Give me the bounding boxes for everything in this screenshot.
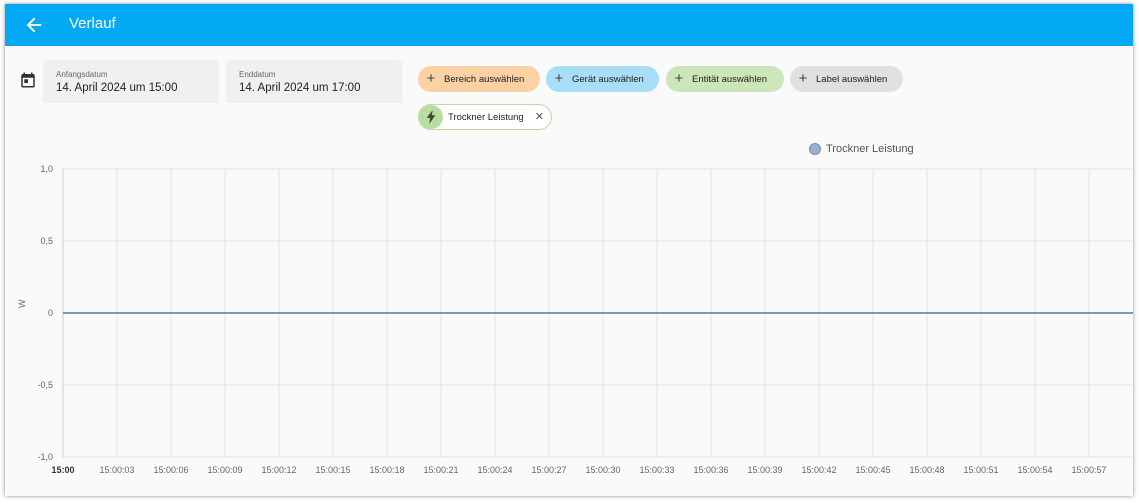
x-tick-label: 15:00:54 [1017,465,1053,475]
x-tick-label: 15:00:24 [477,465,513,475]
x-tick-label: 15:00:45 [855,465,891,475]
x-tick-label: 15:00:27 [531,465,567,475]
x-tick-label: 15:00:15 [315,465,351,475]
x-tick-label: 15:00:30 [585,465,621,475]
x-tick-label: 15:00:48 [909,465,945,475]
x-tick-label: 15:00:03 [99,465,135,475]
x-tick-label: 15:00:51 [963,465,999,475]
x-tick-label: 15:00:12 [261,465,297,475]
x-tick-label: 15:00:09 [207,465,243,475]
x-tick-label: 15:00:06 [153,465,189,475]
x-tick-label: 15:00:21 [423,465,459,475]
x-tick-label: 15:00:57 [1071,465,1107,475]
x-tick-label: 15:00:18 [369,465,405,475]
x-tick-label: 15:00:33 [639,465,675,475]
history-panel: Verlauf Anfangsdatum 14. April 2024 um 1… [5,4,1133,496]
x-tick-label: 15:00:39 [747,465,783,475]
x-tick-label: 15:00:36 [693,465,729,475]
x-tick-label: 15:00:42 [801,465,837,475]
history-chart [62,168,1133,458]
x-tick-label: 15:00 [51,465,75,475]
